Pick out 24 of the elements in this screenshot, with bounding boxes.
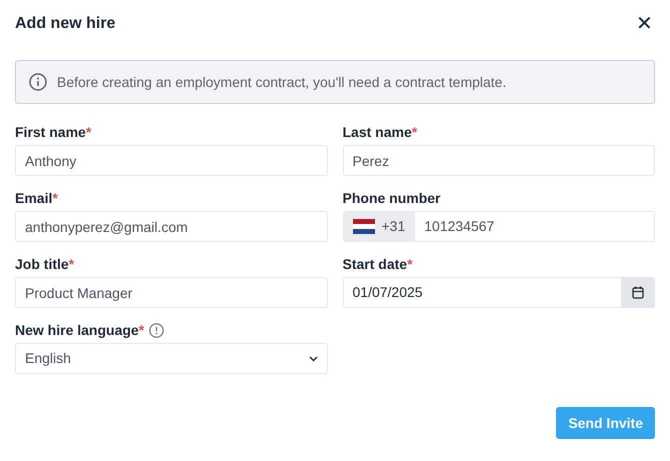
date-field[interactable]: 01/07/2025 (342, 277, 621, 308)
field-label: Email* (15, 189, 58, 208)
flag-icon (352, 219, 374, 234)
info-icon[interactable] (149, 323, 164, 338)
text-field[interactable]: anthonyperez@gmail.com (15, 211, 328, 242)
field-label: Start date* (342, 255, 413, 274)
close-button[interactable]: ✕ (634, 14, 655, 34)
chevron-down-icon (308, 356, 318, 362)
calendar-button[interactable] (621, 277, 655, 308)
text-field[interactable]: Anthony (15, 145, 328, 176)
text-field[interactable]: Perez (342, 145, 655, 176)
select-field[interactable]: English (15, 343, 328, 374)
phone-field[interactable]: 101234567 (415, 211, 655, 242)
alert-text: Before creating an employment contract, you'll need a contract template. (57, 72, 506, 92)
field-label: Last name* (342, 123, 418, 142)
field-label: New hire language* (15, 321, 144, 340)
country-code-selector[interactable]: +31 (342, 211, 416, 242)
field-label: Phone number (342, 189, 441, 208)
field-label: First name* (15, 123, 92, 142)
calendar-icon (632, 286, 644, 299)
field-label: Job title* (15, 255, 74, 274)
info-icon (29, 73, 47, 91)
dialog-title: Add new hire (15, 14, 116, 34)
text-field[interactable]: Product Manager (15, 277, 328, 308)
